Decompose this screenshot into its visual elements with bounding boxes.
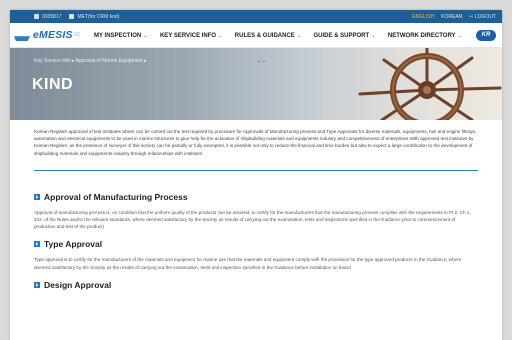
user-id-label: 0035817 xyxy=(42,13,62,20)
section-bullet-icon xyxy=(34,193,40,200)
ship-logo-icon xyxy=(14,36,30,41)
section-body: Type approval is to certify for the manu… xyxy=(34,257,462,270)
breadcrumb-item-key-service-info[interactable]: Key Service Info xyxy=(34,58,70,64)
top-utility-bar: 0035817 MET(for CRM test) ENGLISH KOREAN… xyxy=(10,10,502,23)
main-navbar: eMESIS V2 MY INSPECTION KEY SERVICE INFO… xyxy=(10,23,502,48)
main-menu: MY INSPECTION KEY SERVICE INFO RULES & G… xyxy=(94,32,462,39)
building-icon xyxy=(69,14,75,19)
ship-wheel-image xyxy=(358,48,502,120)
user-id: 0035817 xyxy=(34,14,61,20)
english-link[interactable]: ENGLISH xyxy=(412,14,434,20)
logo-text: eMESIS xyxy=(33,29,73,41)
menu-network-directory[interactable]: NETWORK DIRECTORY xyxy=(388,32,462,39)
logout-link[interactable]: ⇨ LOGOUT xyxy=(469,14,496,20)
breadcrumb-item-approval[interactable]: Approval of Marine Equipment xyxy=(75,58,142,64)
section-title: Approval of Manufacturing Process xyxy=(44,191,188,202)
user-org: MET(for CRM test) xyxy=(69,14,119,20)
main-content: Korean Register approved of test institu… xyxy=(10,120,502,290)
section-divider xyxy=(34,169,478,171)
section-title: Type Approval xyxy=(44,239,103,250)
menu-rules-guidance[interactable]: RULES & GUIDANCE xyxy=(235,32,302,39)
page-banner: Key Service Info ▸ Approval of Marine Eq… xyxy=(10,48,502,120)
korean-link[interactable]: KOREAN xyxy=(441,14,462,20)
kr-logo-badge[interactable]: KR xyxy=(476,29,496,41)
section-design-approval: Design Approval xyxy=(34,280,478,290)
logout-label: LOGOUT xyxy=(474,13,496,20)
menu-my-inspection[interactable]: MY INSPECTION xyxy=(94,32,148,39)
birds-decoration-icon: ˇ ˇ xyxy=(258,60,266,69)
emesis-logo[interactable]: eMESIS V2 xyxy=(14,29,94,41)
breadcrumb: Key Service Info ▸ Approval of Marine Eq… xyxy=(34,58,147,64)
section-title: Design Approval xyxy=(44,279,112,290)
logo-version: V2 xyxy=(73,32,80,38)
intro-paragraph: Korean Register approved of test institu… xyxy=(34,129,477,156)
user-icon xyxy=(34,14,39,19)
menu-key-service-info[interactable]: KEY SERVICE INFO xyxy=(160,32,223,39)
user-org-label: MET(for CRM test) xyxy=(77,13,120,20)
section-manufacturing-process: Approval of Manufacturing Process Approv… xyxy=(34,192,478,231)
section-type-approval: Type Approval Type approval is to certif… xyxy=(34,239,478,270)
menu-guide-support[interactable]: GUIDE & SUPPORT xyxy=(314,32,376,39)
section-body: Approval of manufacturing process is, on… xyxy=(34,209,471,230)
section-bullet-icon xyxy=(34,241,40,248)
page-title: KIND xyxy=(32,76,74,93)
browser-page: 0035817 MET(for CRM test) ENGLISH KOREAN… xyxy=(10,10,502,340)
section-bullet-icon xyxy=(34,281,40,288)
breadcrumb-separator-icon: ▸ xyxy=(144,58,147,64)
